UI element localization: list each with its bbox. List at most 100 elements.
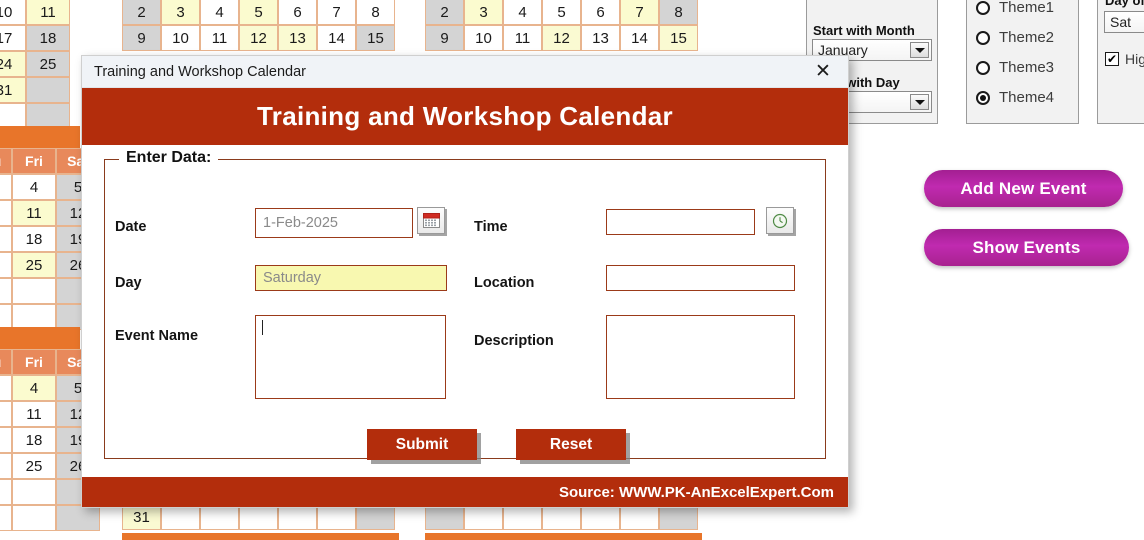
- calendar-cell[interactable]: 18: [12, 226, 56, 252]
- dialog-title: Training and Workshop Calendar: [94, 63, 306, 80]
- date-input[interactable]: 1-Feb-2025: [255, 208, 413, 238]
- calendar-grid-top-left[interactable]: 2 3 4 5 6 7 8 9 10 11 12 13 14 15: [122, 0, 395, 51]
- theme-radio-theme2[interactable]: Theme2: [976, 29, 1078, 46]
- calendar-title-band-mid: [0, 126, 80, 148]
- calendar-cell[interactable]: 2: [425, 0, 464, 25]
- calendar-cell[interactable]: 18: [26, 25, 70, 51]
- calendar-cell[interactable]: 5: [542, 0, 581, 25]
- time-picker-button[interactable]: [766, 207, 794, 234]
- calendar-cell[interactable]: 4: [503, 0, 542, 25]
- calendar-cell[interactable]: .: [0, 505, 12, 531]
- checkbox-icon[interactable]: ✔: [1105, 52, 1119, 66]
- day-of-week-combo[interactable]: Sat: [1104, 11, 1144, 33]
- calendar-cell[interactable]: 14: [620, 25, 659, 51]
- calendar-weekday-header-cell: Fri: [12, 349, 56, 375]
- calendar-cell[interactable]: .: [0, 375, 12, 401]
- calendar-cell[interactable]: 8: [356, 0, 395, 25]
- theme-radio-theme3[interactable]: Theme3: [976, 59, 1078, 76]
- calendar-cell[interactable]: 11: [26, 0, 70, 25]
- show-events-button[interactable]: Show Events: [924, 229, 1129, 266]
- calendar-cell[interactable]: 31: [0, 77, 26, 103]
- calendar-cell[interactable]: 25: [12, 453, 56, 479]
- calendar-cell[interactable]: .: [12, 505, 56, 531]
- calendar-icon: [422, 213, 440, 228]
- calendar-cell[interactable]: .: [0, 453, 12, 479]
- add-new-event-button[interactable]: Add New Event: [924, 170, 1123, 207]
- calendar-cell[interactable]: 3: [464, 0, 503, 25]
- calendar-cell[interactable]: 13: [278, 25, 317, 51]
- calendar-cell[interactable]: 4: [12, 375, 56, 401]
- calendar-cell[interactable]: .: [56, 505, 100, 531]
- theme-radio-label: Theme1: [999, 0, 1055, 16]
- calendar-cell[interactable]: .: [0, 174, 12, 200]
- calendar-row: 2345678: [122, 0, 395, 25]
- calendar-grid-top-right[interactable]: 2 3 4 5 6 7 8 9 10 11 12 13 14 15: [425, 0, 698, 51]
- reset-button[interactable]: Reset: [516, 429, 626, 460]
- calendar-cell[interactable]: 9: [122, 25, 161, 51]
- calendar-cell[interactable]: 14: [317, 25, 356, 51]
- submit-button[interactable]: Submit: [367, 429, 477, 460]
- radio-button-icon[interactable]: [976, 60, 990, 75]
- calendar-cell[interactable]: .: [0, 200, 12, 226]
- calendar-cell[interactable]: 6: [278, 0, 317, 25]
- calendar-cell[interactable]: 4: [12, 174, 56, 200]
- day-input[interactable]: Saturday: [255, 265, 447, 291]
- calendar-cell[interactable]: [26, 77, 70, 103]
- calendar-left-column-top[interactable]: 10111718242531: [0, 0, 70, 129]
- calendar-cell[interactable]: 18: [12, 427, 56, 453]
- theme-radio-theme1[interactable]: Theme1: [976, 0, 1078, 16]
- calendar-cell[interactable]: 5: [239, 0, 278, 25]
- calendar-cell[interactable]: .: [0, 401, 12, 427]
- calendar-cell[interactable]: 15: [659, 25, 698, 51]
- location-input[interactable]: [606, 265, 795, 291]
- calendar-cell[interactable]: 7: [317, 0, 356, 25]
- calendar-cell[interactable]: .: [0, 427, 12, 453]
- calendar-cell[interactable]: 4: [200, 0, 239, 25]
- chevron-down-icon[interactable]: [910, 94, 929, 110]
- calendar-cell[interactable]: 10: [0, 0, 26, 25]
- dialog-footer: Source: WWW.PK-AnExcelExpert.Com: [82, 477, 848, 507]
- calendar-cell[interactable]: 3: [161, 0, 200, 25]
- radio-button-icon[interactable]: [976, 0, 990, 15]
- calendar-row: 9 10 11 12 13 14 15: [122, 25, 395, 51]
- calendar-cell[interactable]: 8: [659, 0, 698, 25]
- time-input[interactable]: [606, 209, 755, 235]
- calendar-cell[interactable]: 12: [239, 25, 278, 51]
- calendar-cell[interactable]: 11: [503, 25, 542, 51]
- radio-button-icon[interactable]: [976, 30, 990, 45]
- calendar-cell[interactable]: 11: [12, 200, 56, 226]
- calendar-cell[interactable]: 17: [0, 25, 26, 51]
- calendar-cell[interactable]: .: [12, 278, 56, 304]
- calendar-cell[interactable]: 25: [26, 51, 70, 77]
- highlight-label: Hig: [1125, 51, 1144, 67]
- screen: 2 3 4 5 6 7 8 9 10 11 12 13 14 15 2 3 4 5 6 7 8 9 10 11 12 13 14 1…: [0, 0, 1144, 540]
- calendar-cell[interactable]: 11: [200, 25, 239, 51]
- date-picker-button[interactable]: [417, 207, 445, 234]
- chevron-down-icon[interactable]: [910, 42, 929, 58]
- calendar-cell[interactable]: 9: [425, 25, 464, 51]
- radio-button-icon[interactable]: [976, 90, 990, 105]
- event-name-textarea[interactable]: [255, 315, 446, 399]
- calendar-cell[interactable]: 2: [122, 0, 161, 25]
- calendar-cell[interactable]: .: [0, 226, 12, 252]
- calendar-cell[interactable]: 12: [542, 25, 581, 51]
- clock-icon: [772, 213, 788, 228]
- calendar-cell[interactable]: 6: [581, 0, 620, 25]
- description-textarea[interactable]: [606, 315, 795, 399]
- highlight-checkbox-row[interactable]: ✔ Hig: [1105, 51, 1144, 67]
- calendar-cell[interactable]: 10: [161, 25, 200, 51]
- calendar-cell[interactable]: 11: [12, 401, 56, 427]
- close-icon[interactable]: ✕: [808, 59, 838, 85]
- calendar-cell[interactable]: 10: [464, 25, 503, 51]
- calendar-cell[interactable]: 7: [620, 0, 659, 25]
- calendar-cell[interactable]: 15: [356, 25, 395, 51]
- theme-radio-theme4[interactable]: Theme4: [976, 89, 1078, 106]
- calendar-cell[interactable]: 24: [0, 51, 26, 77]
- calendar-cell[interactable]: 13: [581, 25, 620, 51]
- calendar-cell[interactable]: .: [0, 479, 12, 505]
- calendar-cell[interactable]: 25: [12, 252, 56, 278]
- calendar-cell[interactable]: .: [12, 479, 56, 505]
- calendar-cell[interactable]: .: [0, 252, 12, 278]
- calendar-cell[interactable]: .: [0, 278, 12, 304]
- theme-radio-label: Theme4: [999, 89, 1055, 106]
